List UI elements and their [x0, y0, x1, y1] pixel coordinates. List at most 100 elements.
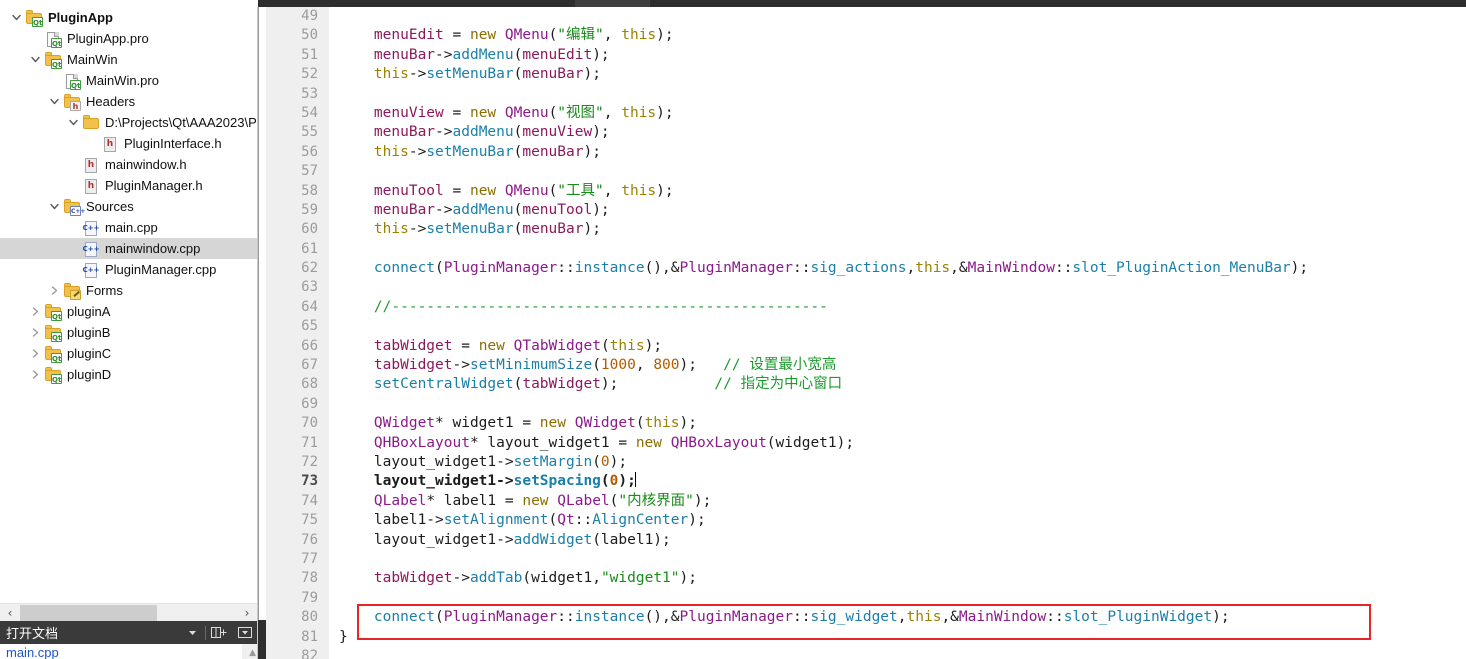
code-line-63[interactable]: 63 [266, 278, 1466, 297]
chevron-down-icon[interactable] [46, 196, 63, 217]
code-line-51[interactable]: 51 menuBar->addMenu(menuEdit); [266, 46, 1466, 65]
token-plain: , [897, 609, 907, 626]
tree-item-pluginc[interactable]: Qt pluginC [0, 343, 257, 364]
code-line-71[interactable]: 71 QHBoxLayout* layout_widget1 = new QHB… [266, 434, 1466, 453]
line-number: 65 [301, 318, 318, 335]
token-type: QLabel [373, 492, 427, 509]
tree-item-pluginapp-pro[interactable]: Qt PluginApp.pro [0, 28, 257, 49]
line-number: 70 [301, 415, 318, 432]
line-number: 78 [301, 570, 318, 587]
code-line-66[interactable]: 66 tabWidget = new QTabWidget(this); [266, 337, 1466, 356]
code-line-76[interactable]: 76 layout_widget1->addWidget(label1); [266, 531, 1466, 550]
code-line-67[interactable]: 67 tabWidget->setMinimumSize(1000, 800);… [266, 356, 1466, 375]
split-pane-icon[interactable] [206, 621, 232, 644]
code-line-75[interactable]: 75 label1->setAlignment(Qt::AlignCenter)… [266, 511, 1466, 530]
line-number: 73 [301, 473, 318, 490]
chevron-down-icon[interactable] [27, 49, 44, 70]
token-plain: ); [600, 376, 715, 393]
code-line-79[interactable]: 79 [266, 589, 1466, 608]
code-line-53[interactable]: 53 [266, 85, 1466, 104]
code-line-55[interactable]: 55 menuBar->addMenu(menuView); [266, 123, 1466, 142]
code-line-65[interactable]: 65 [266, 317, 1466, 336]
tree-item-pluginmanager-cpp[interactable]: C++ PluginManager.cpp [0, 259, 257, 280]
code-line-73[interactable]: 73 layout_widget1->setSpacing(0); [266, 472, 1466, 491]
code-line-text: QWidget* widget1 = new QWidget(this); [339, 414, 697, 433]
token-num: 800 [653, 357, 680, 374]
code-line-72[interactable]: 72 layout_widget1->setMargin(0); [266, 453, 1466, 472]
code-line-77[interactable]: 77 [266, 550, 1466, 569]
code-line-69[interactable]: 69 [266, 395, 1466, 414]
tree-item-headers[interactable]: h Headers [0, 91, 257, 112]
chevron-right-icon[interactable] [27, 301, 44, 322]
project-tree[interactable]: Qt PluginApp Qt PluginApp.pro Qt MainWin Qt Mai… [0, 7, 257, 601]
tree-item-label: main.cpp [105, 220, 158, 235]
tree-item-d-projects-qt-aaa2023-plu[interactable]: D:\Projects\Qt\AAA2023\Plu [0, 112, 257, 133]
code-line-60[interactable]: 60 this->setMenuBar(menuBar); [266, 220, 1466, 239]
chevron-down-icon[interactable] [65, 112, 82, 133]
sidebar-splitter[interactable] [258, 7, 266, 659]
open-documents-vscrollbar[interactable]: ▲ [242, 644, 257, 659]
code-line-56[interactable]: 56 this->setMenuBar(menuBar); [266, 143, 1466, 162]
code-content[interactable]: 49 50 menuEdit = new QMenu("编辑", this); 51… [266, 7, 1466, 659]
code-line-61[interactable]: 61 [266, 240, 1466, 259]
qt-folder-icon: Qt [44, 51, 62, 69]
tree-item-sources[interactable]: C++ Sources [0, 196, 257, 217]
code-line-68[interactable]: 68 setCentralWidget(tabWidget); // 指定为中心… [266, 375, 1466, 394]
token-plain: ); [592, 46, 610, 63]
code-line-64[interactable]: 64 //-----------------------------------… [266, 298, 1466, 317]
code-editor[interactable]: 49 50 menuEdit = new QMenu("编辑", this); 51… [266, 7, 1466, 659]
token-type: PluginManager [679, 609, 794, 626]
close-pane-icon[interactable] [232, 621, 257, 644]
code-line-80[interactable]: 80 connect(PluginManager::instance(),&Pl… [266, 608, 1466, 627]
token-type: QTabWidget [513, 337, 601, 354]
token-plain: (widget1); [766, 434, 855, 451]
token-type: PluginManager [443, 260, 558, 277]
hscroll-thumb[interactable] [20, 604, 157, 621]
tree-item-mainwin[interactable]: Qt MainWin [0, 49, 257, 70]
project-tree-hscrollbar[interactable]: ‹ › [0, 603, 257, 622]
code-line-70[interactable]: 70 QWidget* widget1 = new QWidget(this); [266, 414, 1466, 433]
code-line-62[interactable]: 62 connect(PluginManager::instance(),&Pl… [266, 259, 1466, 278]
token-plain: * label1 = [426, 492, 523, 509]
tree-item-plugind[interactable]: Qt pluginD [0, 364, 257, 385]
code-line-78[interactable]: 78 tabWidget->addTab(widget1,"widget1"); [266, 569, 1466, 588]
line-number: 63 [301, 279, 318, 296]
tree-item-pluginmanager-h[interactable]: h PluginManager.h [0, 175, 257, 196]
tree-item-forms[interactable]: Forms [0, 280, 257, 301]
h-file-icon: h [82, 177, 100, 195]
tree-item-mainwindow-cpp[interactable]: C++ mainwindow.cpp [0, 238, 257, 259]
code-line-49[interactable]: 49 [266, 7, 1466, 26]
chevron-right-icon[interactable] [27, 322, 44, 343]
open-documents-list[interactable]: main.cpp ▲ [0, 644, 257, 659]
code-line-54[interactable]: 54 menuView = new QMenu("视图", this); [266, 104, 1466, 123]
chevron-right-icon[interactable] [46, 280, 63, 301]
code-line-58[interactable]: 58 menuTool = new QMenu("工具", this); [266, 182, 1466, 201]
code-line-81[interactable]: 81} [266, 628, 1466, 647]
chevron-down-icon[interactable] [46, 91, 63, 112]
code-line-52[interactable]: 52 this->setMenuBar(menuBar); [266, 65, 1466, 84]
open-documents-dropdown-icon[interactable] [179, 621, 205, 644]
code-line-50[interactable]: 50 menuEdit = new QMenu("编辑", this); [266, 26, 1466, 45]
code-line-74[interactable]: 74 QLabel* label1 = new QLabel("内核界面"); [266, 492, 1466, 511]
tree-item-pluginb[interactable]: Qt pluginB [0, 322, 257, 343]
tree-item-main-cpp[interactable]: C++ main.cpp [0, 217, 257, 238]
code-line-59[interactable]: 59 menuBar->addMenu(menuTool); [266, 201, 1466, 220]
tree-item-pluginapp[interactable]: Qt PluginApp [0, 7, 257, 28]
chevron-right-icon[interactable] [27, 343, 44, 364]
open-document-item[interactable]: main.cpp [6, 645, 59, 659]
code-line-82[interactable]: 82 [266, 647, 1466, 659]
hscroll-right-arrow-icon[interactable]: › [237, 604, 257, 622]
tree-item-plugininterface-h[interactable]: h PluginInterface.h [0, 133, 257, 154]
tree-item-mainwin-pro[interactable]: Qt MainWin.pro [0, 70, 257, 91]
scroll-up-arrow-icon[interactable]: ▲ [249, 648, 256, 658]
tree-item-plugina[interactable]: Qt pluginA [0, 301, 257, 322]
chevron-down-icon[interactable] [8, 7, 25, 28]
tree-item-mainwindow-h[interactable]: h mainwindow.h [0, 154, 257, 175]
token-type: Qt [557, 512, 575, 529]
hscroll-left-arrow-icon[interactable]: ‹ [0, 604, 20, 622]
code-line-57[interactable]: 57 [266, 162, 1466, 181]
qt-folder-icon: Qt [44, 366, 62, 384]
chevron-right-icon[interactable] [27, 364, 44, 385]
hscroll-track[interactable] [20, 603, 237, 622]
